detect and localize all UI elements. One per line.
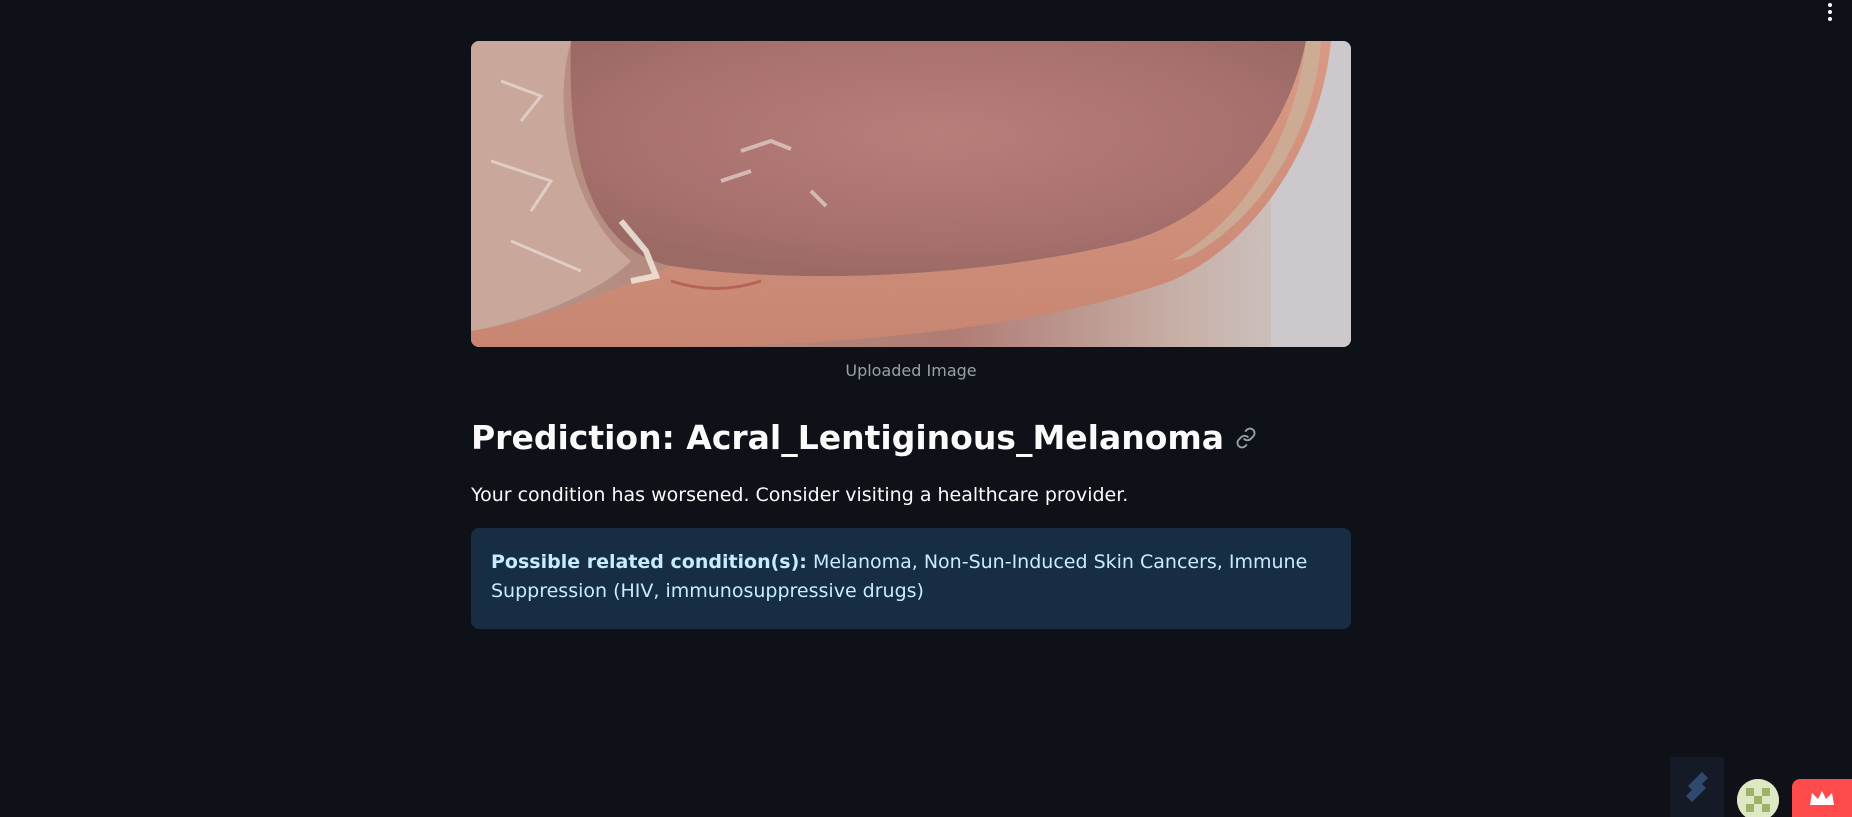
streamlit-logo-icon[interactable] [1670,757,1724,817]
skin-lesion-photo [471,41,1351,347]
related-conditions-info: Possible related condition(s): Melanoma,… [471,527,1351,630]
prediction-heading: Prediction: Acral_Lentiginous_Melanoma [471,418,1225,457]
user-avatar[interactable] [1737,779,1779,817]
condition-message: Your condition has worsened. Consider vi… [471,483,1129,506]
crown-icon[interactable] [1792,779,1852,817]
app-root: Uploaded Image Prediction: Acral_Lentigi… [0,0,1852,817]
related-conditions-label: Possible related condition(s): [491,550,807,573]
image-caption: Uploaded Image [845,361,977,380]
footer-badges [1662,757,1852,817]
prediction-heading-row: Prediction: Acral_Lentiginous_Melanoma [471,418,1351,458]
link-icon[interactable] [1234,426,1258,450]
more-vertical-icon[interactable] [1820,0,1840,24]
uploaded-image [471,41,1351,347]
main-content: Uploaded Image Prediction: Acral_Lentigi… [471,41,1351,630]
